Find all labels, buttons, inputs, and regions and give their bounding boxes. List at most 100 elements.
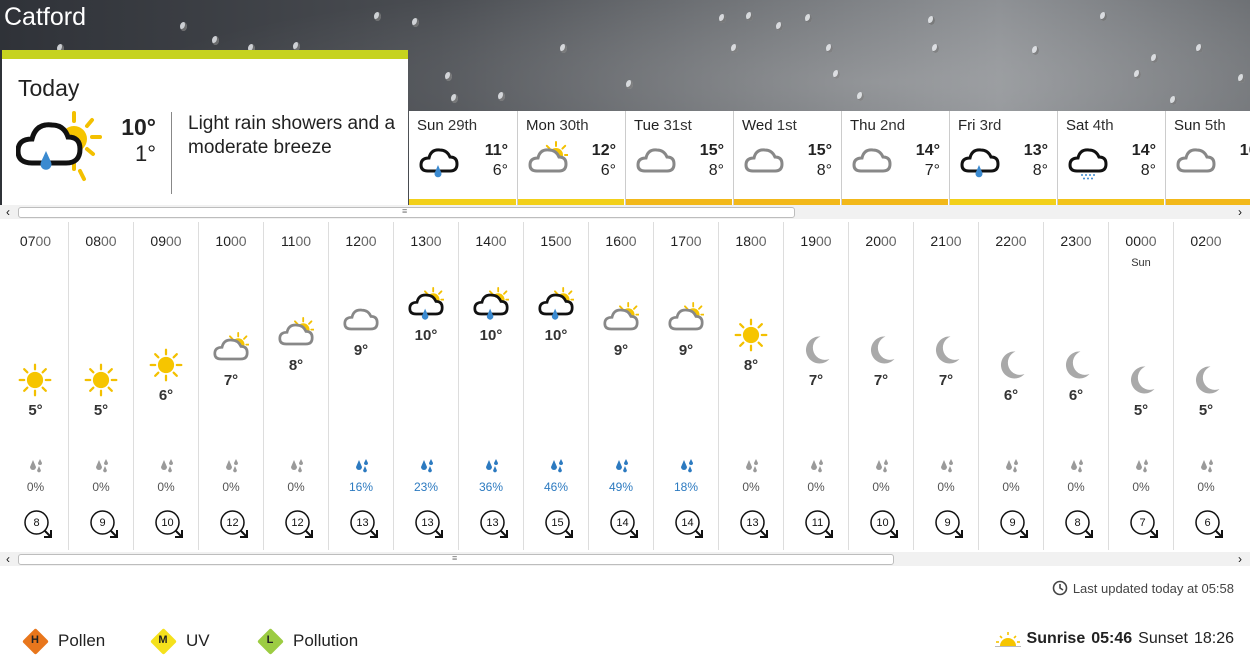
day-label: Tue 31st (634, 117, 692, 134)
light-rain-sun-icon (473, 287, 509, 320)
day-low-temp: 6° (492, 162, 508, 179)
day-tab[interactable]: Sat 4th 14° 8° (1057, 111, 1164, 205)
hour: 12 (345, 233, 361, 249)
hour-column[interactable]: 1900 7° 0% 11 (783, 222, 848, 550)
day-tab[interactable]: Thu 2nd 14° 7° (841, 111, 948, 205)
today-panel[interactable]: Today 10° 1° Light rain showers and a mo… (2, 50, 408, 205)
minute: 00 (1076, 233, 1092, 249)
hour-column[interactable]: 1700 9° 18% 14 (653, 222, 718, 550)
sunny-intervals-icon (603, 302, 639, 331)
day-low-temp: 8° (1140, 162, 1156, 179)
minute: 00 (1141, 233, 1157, 249)
pollen-indicator[interactable]: H Pollen (22, 628, 106, 655)
raindrop (746, 12, 753, 21)
minute: 00 (881, 233, 897, 249)
hour-temperature: 5° (28, 402, 43, 419)
rain-drops-icon (551, 459, 563, 473)
rain-chance: 0% (222, 480, 240, 494)
daily-scrollbar[interactable]: ‹ ≡ › (0, 205, 1250, 219)
scroll-right-icon[interactable]: › (1238, 205, 1242, 219)
hour-column[interactable]: 2000 7° 0% 10 (848, 222, 913, 550)
hour-column[interactable]: 1400 10° 36% 13 (458, 222, 523, 550)
day-of-week: Thu (850, 117, 876, 134)
hour: 18 (735, 233, 751, 249)
pollen-label: Pollen (58, 631, 106, 650)
pollen-level: H (31, 634, 39, 646)
hour-column[interactable]: 2100 7° 0% 9 (913, 222, 978, 550)
sunrise-icon (994, 632, 1021, 647)
day-high-temp: 14° (1131, 142, 1156, 159)
raindrop (180, 22, 187, 31)
rain-drops-icon (421, 459, 433, 473)
day-temperature-bar (626, 199, 732, 205)
wind-speed-badge: 8 (1064, 509, 1094, 539)
wind-speed-badge: 6 (1194, 509, 1224, 539)
minute: 00 (35, 233, 52, 249)
hour-column[interactable]: 1100 8° 0% 12 (263, 222, 328, 550)
raindrop (498, 92, 505, 101)
day-tab[interactable]: Sun 5th 16° (1165, 111, 1250, 205)
day-date: 31st (663, 117, 692, 134)
hour-time: 0800 (69, 233, 133, 249)
hour-column[interactable]: 1000 7° 0% 12 (198, 222, 263, 550)
hour-temperature: 9° (613, 342, 629, 359)
wind-speed: 8 (1074, 517, 1081, 529)
day-tab[interactable]: Fri 3rd 13° 8° (949, 111, 1056, 205)
rain-chance: 0% (1132, 480, 1150, 494)
hour: 21 (930, 233, 946, 249)
hour-temperature: 5° (1198, 402, 1214, 419)
day-tab[interactable]: Mon 30th 12° 6° (517, 111, 624, 205)
day-low-temp: 6° (600, 162, 616, 179)
wind-speed: 9 (1009, 517, 1016, 529)
raindrop (451, 94, 458, 103)
wind-speed-badge: 10 (154, 509, 184, 539)
cloud-icon (744, 148, 784, 173)
raindrop (1134, 70, 1141, 79)
hour-column[interactable]: 0800 5° 0% 9 (68, 222, 133, 550)
day-label: Fri 3rd (958, 117, 1001, 134)
hour: 14 (475, 233, 491, 249)
scroll-right-icon[interactable]: › (1238, 552, 1242, 566)
uv-indicator[interactable]: M UV (150, 628, 210, 655)
hour-column[interactable]: 1500 10° 46% 15 (523, 222, 588, 550)
hour-column[interactable]: 1800 8° 0% 13 (718, 222, 783, 550)
hour-time: 0000 (1109, 233, 1173, 249)
hour-column[interactable]: 0900 6° 0% 10 (133, 222, 198, 550)
day-temperature-bar (518, 199, 624, 205)
hour: 10 (215, 233, 231, 249)
rain-drops-icon (681, 459, 693, 473)
scroll-left-icon[interactable]: ‹ (6, 205, 10, 219)
pollution-indicator[interactable]: L Pollution (257, 628, 358, 655)
hour-column[interactable]: 2200 6° 0% 9 (978, 222, 1043, 550)
wind-speed: 9 (944, 517, 951, 529)
day-tab[interactable]: Sun 29th 11° 6° (409, 111, 516, 205)
hour-temperature: 5° (93, 402, 109, 419)
minute: 00 (816, 233, 832, 249)
wind-speed: 13 (746, 517, 759, 529)
hour-time: 0900 (134, 233, 198, 249)
hour-column[interactable]: 1300 10° 23% 13 (393, 222, 458, 550)
raindrop (626, 80, 633, 89)
moon-icon (1195, 366, 1220, 394)
day-tab[interactable]: Wed 1st 15° 8° (733, 111, 840, 205)
raindrop (412, 18, 419, 27)
rain-drops-icon (30, 459, 42, 473)
hour-column[interactable]: 0200 5° 0% 6 (1173, 222, 1238, 550)
hour-column[interactable]: 1600 9° 49% 14 (588, 222, 653, 550)
hourly-scrollbar[interactable]: ‹ ≡ › (0, 552, 1250, 566)
scroll-left-icon[interactable]: ‹ (6, 552, 10, 566)
day-temperature-bar (1058, 199, 1164, 205)
hour-column[interactable]: 2300 6° 0% 8 (1043, 222, 1108, 550)
rain-drops-icon (226, 459, 238, 473)
rain-drops-icon (746, 459, 758, 473)
hour-column[interactable]: 0000 Sun 5° 0% 7 (1108, 222, 1173, 550)
grip-icon: ≡ (452, 553, 458, 563)
sunny-intervals-icon (668, 302, 704, 331)
day-tab[interactable]: Tue 31st 15° 8° (625, 111, 732, 205)
hour-column[interactable]: 1200 9° 16% 13 (328, 222, 393, 550)
raindrop (374, 12, 381, 21)
hour: 11 (280, 233, 296, 249)
hour-temperature: 8° (288, 357, 304, 374)
hour-column[interactable]: 0700 5° 0% 8 (3, 222, 68, 550)
raindrop (719, 14, 726, 23)
